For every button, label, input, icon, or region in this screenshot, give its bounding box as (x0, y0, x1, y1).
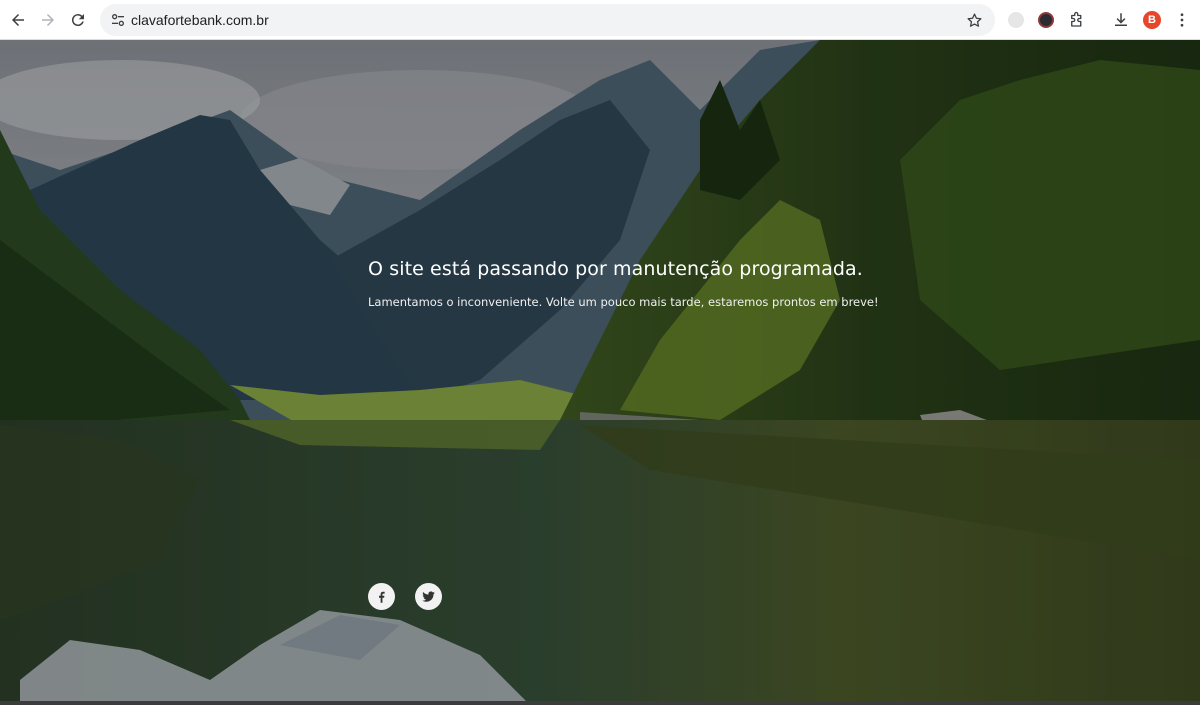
profile-button[interactable]: B (1138, 6, 1166, 34)
reload-icon (71, 14, 84, 27)
extension-button-2[interactable] (1032, 6, 1060, 34)
kebab-menu-icon (1180, 13, 1184, 27)
facebook-icon (379, 591, 385, 603)
browser-menu-button[interactable] (1168, 6, 1196, 34)
profile-avatar: B (1143, 11, 1161, 29)
extension-2-icon (1038, 12, 1054, 28)
twitter-icon (422, 591, 435, 602)
url-text[interactable]: clavafortebank.com.br (131, 4, 269, 36)
reload-button[interactable] (64, 6, 92, 34)
extension-button-1[interactable] (1002, 6, 1030, 34)
maintenance-message: O site está passando por manutenção prog… (368, 258, 888, 309)
forward-button[interactable] (34, 6, 62, 34)
bookmark-button[interactable] (963, 9, 985, 31)
tune-icon (112, 13, 124, 26)
back-arrow-icon (12, 14, 24, 26)
forward-arrow-icon (42, 14, 54, 26)
address-bar[interactable]: clavafortebank.com.br (100, 4, 995, 36)
extensions-button[interactable] (1063, 6, 1091, 34)
page-subtitle: Lamentamos o inconveniente. Volte um pou… (368, 295, 879, 309)
maintenance-page: O site está passando por manutenção prog… (0, 40, 1200, 705)
window-bottom-edge (0, 701, 1200, 705)
puzzle-icon (1071, 11, 1082, 27)
downloads-button[interactable] (1107, 6, 1135, 34)
site-info-button[interactable] (106, 8, 130, 32)
twitter-link[interactable] (415, 583, 442, 610)
extension-1-icon (1008, 12, 1024, 28)
back-button[interactable] (4, 6, 32, 34)
facebook-link[interactable] (368, 583, 395, 610)
download-icon (1115, 13, 1127, 26)
page-title: O site está passando por manutenção prog… (368, 258, 863, 280)
browser-toolbar: clavafortebank.com.br B (0, 0, 1200, 40)
star-icon (966, 12, 982, 27)
background-landscape-image (0, 40, 1200, 705)
